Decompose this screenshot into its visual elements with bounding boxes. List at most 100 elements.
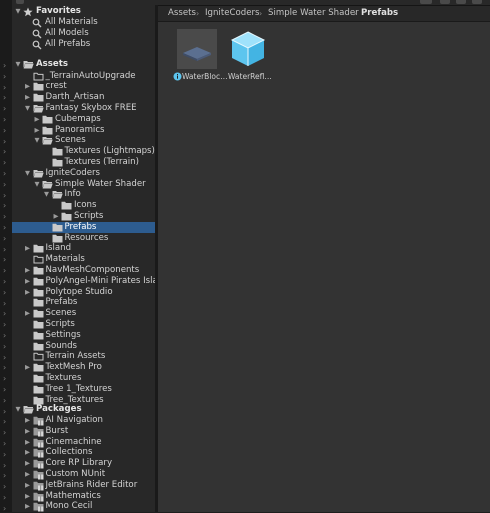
create-button[interactable] xyxy=(16,0,24,4)
expand-arrow-icon[interactable]: ▼ xyxy=(33,180,41,189)
package-icon xyxy=(33,438,43,448)
folder-item[interactable]: Sounds xyxy=(12,341,155,352)
collapse-arrow-icon[interactable]: ▶ xyxy=(24,492,32,501)
collapse-arrow-icon[interactable]: ▶ xyxy=(33,126,41,135)
collapse-arrow-icon[interactable]: ▶ xyxy=(24,502,32,511)
favorite-item-all-models[interactable]: All Models xyxy=(12,28,155,39)
folder-item[interactable]: ▼ Fantasy Skybox FREE xyxy=(12,103,155,114)
chevron-right-icon: › xyxy=(3,471,7,481)
collapse-arrow-icon[interactable]: ▶ xyxy=(24,481,32,490)
folder-icon xyxy=(33,266,43,275)
package-item[interactable]: ▶ Mono Cecil xyxy=(12,501,155,512)
folder-item[interactable]: ▶ Darth_Artisan xyxy=(12,92,155,103)
folder-item[interactable]: _TerrainAutoUpgrade xyxy=(12,71,155,82)
breadcrumb-item-simple-water-shader[interactable]: Simple Water Shader xyxy=(268,6,359,21)
folder-item[interactable]: ▶ Island xyxy=(12,243,155,254)
folder-item[interactable]: ▶ TextMesh Pro xyxy=(12,362,155,373)
folder-icon xyxy=(42,126,53,134)
folder-item[interactable]: ▼ Simple Water Shader xyxy=(12,179,155,190)
search-filter-button[interactable] xyxy=(420,0,432,4)
package-item[interactable]: ▶ JetBrains Rider Editor xyxy=(12,480,155,491)
expand-arrow-icon[interactable]: ▼ xyxy=(24,169,32,178)
chevron-right-icon: › xyxy=(3,147,7,157)
folder-label: Darth_Artisan xyxy=(45,92,105,103)
chevron-right-icon: › xyxy=(3,61,7,70)
collapse-arrow-icon[interactable]: ▶ xyxy=(33,115,41,124)
collapse-arrow-icon[interactable]: ▶ xyxy=(24,459,32,468)
folder-item[interactable]: Tree 1_Textures xyxy=(12,384,155,395)
folder-item[interactable]: Resources xyxy=(12,233,155,244)
folder-item[interactable]: ▶ Scenes xyxy=(12,308,155,319)
expand-arrow-icon[interactable]: ▼ xyxy=(14,405,22,414)
filter-by-type-button[interactable] xyxy=(440,0,450,4)
breadcrumb-item-assets[interactable]: Assets xyxy=(168,6,196,21)
packages-header[interactable]: ▼ Packages xyxy=(12,404,155,415)
folder-item[interactable]: Materials xyxy=(12,254,155,265)
collapse-arrow-icon[interactable]: ▶ xyxy=(24,427,32,436)
collapse-arrow-icon[interactable]: ▶ xyxy=(24,277,32,286)
collapse-arrow-icon[interactable]: ▶ xyxy=(24,266,32,275)
collapse-arrow-icon[interactable]: ▶ xyxy=(24,363,32,372)
folder-item[interactable]: Icons xyxy=(12,200,155,211)
package-label: Burst xyxy=(45,425,69,436)
expand-arrow-icon[interactable]: ▼ xyxy=(14,7,22,16)
collapse-arrow-icon[interactable]: ▶ xyxy=(24,82,32,91)
folder-item[interactable]: ▶ PolyAngel-Mini Pirates Islan xyxy=(12,276,155,287)
expand-arrow-icon[interactable]: ▼ xyxy=(33,136,41,145)
assets-header[interactable]: ▼ Assets xyxy=(12,59,155,70)
package-item[interactable]: ▶ Custom NUnit xyxy=(12,469,155,480)
folder-label: Sounds xyxy=(45,340,78,351)
folder-item[interactable]: ▶ crest xyxy=(12,81,155,92)
folder-item[interactable]: Prefabs xyxy=(12,221,155,233)
chevron-right-icon: › xyxy=(3,169,7,178)
collapse-arrow-icon[interactable]: ▶ xyxy=(24,470,32,479)
package-item[interactable]: ▶ Burst xyxy=(12,426,155,437)
filter-by-label-button[interactable] xyxy=(456,0,466,4)
package-item[interactable]: ▶ Cinemachine xyxy=(12,437,155,448)
folder-label: Tree 1_Textures xyxy=(45,383,112,394)
package-item[interactable]: ▶ Collections xyxy=(12,447,155,458)
collapse-arrow-icon[interactable]: ▶ xyxy=(24,416,32,425)
folder-item[interactable]: ▶ Scripts xyxy=(12,211,155,222)
folder-label: Prefabs xyxy=(45,297,78,308)
folder-item[interactable]: Terrain Assets xyxy=(12,351,155,362)
asset-item-waterrefl[interactable]: WaterRefl… xyxy=(224,28,272,86)
expand-arrow-icon[interactable]: ▼ xyxy=(14,60,22,69)
favorites-header[interactable]: ▼ Favorites xyxy=(12,6,155,17)
folder-item[interactable]: ▶ Panoramics xyxy=(12,125,155,136)
collapse-arrow-icon[interactable]: ▶ xyxy=(24,93,32,102)
collapse-arrow-icon[interactable]: ▶ xyxy=(52,212,60,221)
folder-item[interactable]: Textures (Lightmaps) xyxy=(12,146,155,157)
collapse-arrow-icon[interactable]: ▶ xyxy=(24,438,32,447)
folder-item[interactable]: Settings xyxy=(12,330,155,341)
folder-item[interactable]: ▶ Polytope Studio xyxy=(12,287,155,298)
assets-label: Assets xyxy=(36,59,68,69)
collapse-arrow-icon[interactable]: ▶ xyxy=(24,244,32,253)
folder-item[interactable]: Prefabs xyxy=(12,297,155,308)
folder-item[interactable]: ▼ Scenes xyxy=(12,135,155,146)
chevron-right-icon: › xyxy=(3,158,7,168)
breadcrumb-item-ignitecoders[interactable]: IgniteCoders xyxy=(205,6,260,21)
package-item[interactable]: ▶ Core RP Library xyxy=(12,458,155,469)
collapse-arrow-icon[interactable]: ▶ xyxy=(24,448,32,457)
package-item[interactable]: ▶ AI Navigation xyxy=(12,415,155,426)
folder-item[interactable]: ▶ Cubemaps xyxy=(12,114,155,125)
folder-label: Island xyxy=(45,243,72,254)
folder-item[interactable]: Textures (Terrain) xyxy=(12,157,155,168)
folder-item[interactable]: ▼ IgniteCoders xyxy=(12,168,155,179)
folder-item[interactable]: Textures xyxy=(12,373,155,384)
expand-arrow-icon[interactable]: ▼ xyxy=(24,104,32,113)
chevron-right-icon: › xyxy=(3,125,7,135)
folder-item[interactable]: ▼ Info xyxy=(12,189,155,200)
collapse-arrow-icon[interactable]: ▶ xyxy=(24,309,32,318)
expand-arrow-icon[interactable]: ▼ xyxy=(43,190,51,199)
favorite-button[interactable] xyxy=(472,0,482,4)
empty-folder-icon xyxy=(33,255,43,264)
package-item[interactable]: ▶ Mathematics xyxy=(12,491,155,502)
favorite-item-all-prefabs[interactable]: All Prefabs xyxy=(12,39,155,50)
folder-item[interactable]: ▶ NavMeshComponents xyxy=(12,265,155,276)
favorite-item-all-materials[interactable]: All Materials xyxy=(12,17,155,28)
folder-item[interactable]: Scripts xyxy=(12,319,155,330)
collapse-arrow-icon[interactable]: ▶ xyxy=(24,288,32,297)
asset-item-waterblock[interactable]: WaterBloc… xyxy=(173,28,228,86)
